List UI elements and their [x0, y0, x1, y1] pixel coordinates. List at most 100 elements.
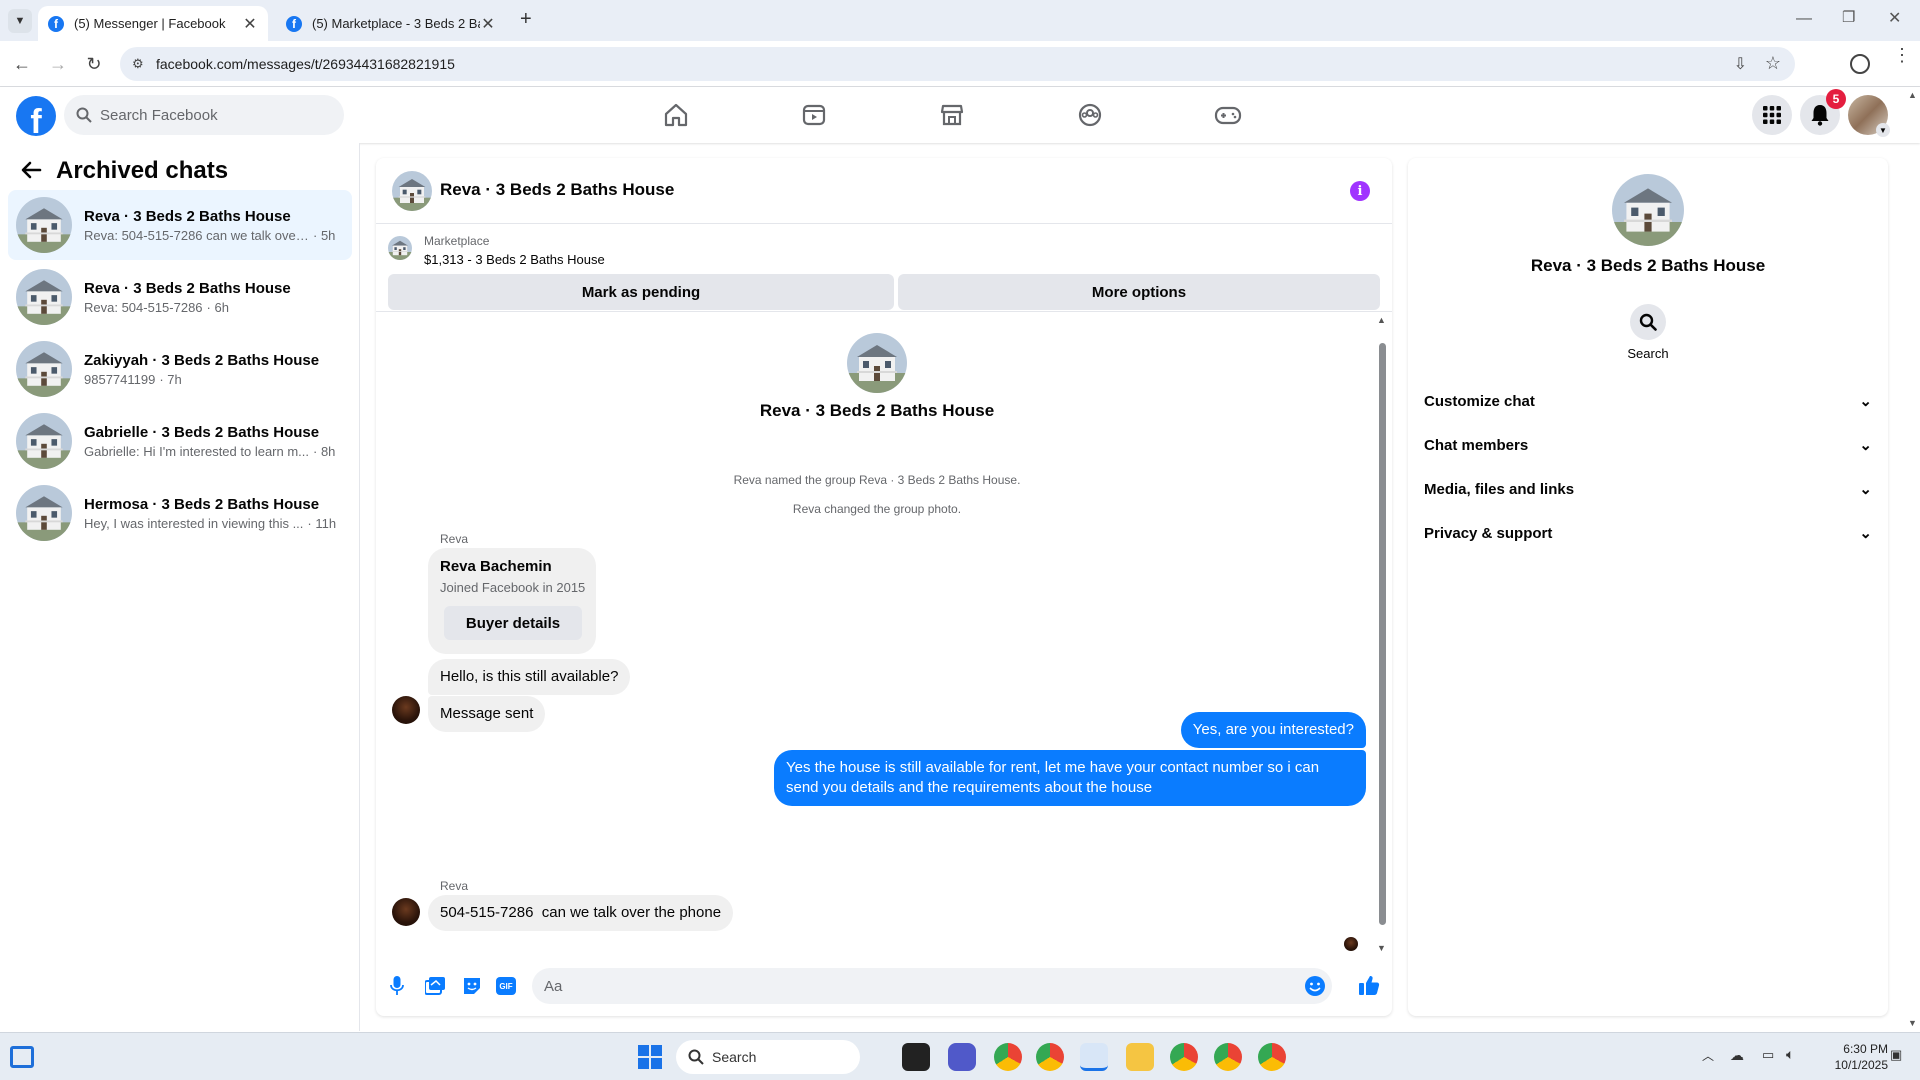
scroll-down-arrow-icon[interactable]: ▼: [1377, 943, 1386, 953]
details-avatar[interactable]: [1612, 174, 1684, 246]
page-scroll-up-icon[interactable]: ▲: [1908, 90, 1917, 100]
browser-tab-marketplace[interactable]: f (5) Marketplace - 3 Beds 2 Baths House…: [276, 6, 506, 41]
conversation-avatar[interactable]: [392, 171, 432, 211]
back-button[interactable]: ←: [11, 53, 33, 75]
nav-gaming[interactable]: [1210, 97, 1246, 133]
buyer-name: Reva Bachemin: [440, 558, 552, 575]
facebook-favicon-icon: f: [48, 15, 64, 32]
incoming-message[interactable]: Hello, is this still available?: [428, 659, 631, 695]
network-icon[interactable]: ▭: [1762, 1047, 1774, 1063]
conversation-title[interactable]: Reva · 3 Beds 2 Baths House: [440, 180, 674, 200]
close-window-button[interactable]: ✕: [1888, 8, 1901, 28]
seen-avatar: [1344, 937, 1358, 951]
chat-text: Reva · 3 Beds 2 Baths House Reva: 504-515…: [84, 280, 291, 315]
minimize-window-button[interactable]: —: [1796, 10, 1812, 28]
nav-marketplace[interactable]: [934, 97, 970, 133]
snipping-tool-icon[interactable]: [1080, 1043, 1108, 1071]
chat-list-item[interactable]: Hermosa · 3 Beds 2 Baths House Hey, I was…: [8, 478, 352, 548]
house-photo-icon: [16, 341, 72, 397]
windows-start-icon[interactable]: [638, 1045, 662, 1069]
meet-icon[interactable]: [948, 1043, 976, 1071]
listing-thumbnail[interactable]: [388, 236, 412, 260]
install-app-icon[interactable]: ⇩: [1734, 54, 1747, 74]
account-chevron-icon[interactable]: ▼: [1876, 123, 1890, 137]
chevron-down-icon: ⌄: [1859, 525, 1872, 542]
browser-tab-messenger[interactable]: f (5) Messenger | Facebook ✕: [38, 6, 268, 41]
intro-name: Reva · 3 Beds 2 Baths House: [759, 401, 995, 420]
taskbar-search[interactable]: Search: [676, 1040, 860, 1074]
close-tab-icon[interactable]: ✕: [242, 14, 258, 34]
widgets-icon[interactable]: [10, 1046, 34, 1068]
listing-title[interactable]: $1,313 - 3 Beds 2 Baths House: [424, 252, 605, 267]
search-icon: [76, 107, 92, 123]
section-chat-members[interactable]: Chat members ⌄: [1424, 425, 1872, 465]
restore-window-button[interactable]: ❐: [1842, 8, 1855, 26]
close-tab-icon[interactable]: ✕: [480, 14, 496, 34]
incoming-message[interactable]: 504-515-7286 can we talk over the phone: [428, 895, 734, 931]
facebook-search-input[interactable]: Search Facebook: [64, 95, 344, 135]
microphone-icon[interactable]: [390, 976, 404, 996]
volume-icon[interactable]: 🔈︎: [1786, 1046, 1794, 1063]
chat-list-item[interactable]: Zakiyyah · 3 Beds 2 Baths House 985774119…: [8, 334, 352, 404]
tab-search-button[interactable]: ▼: [8, 9, 32, 33]
chrome-icon[interactable]: [1214, 1043, 1242, 1071]
sender-avatar[interactable]: [392, 696, 420, 724]
forward-button[interactable]: →: [47, 53, 69, 75]
new-tab-button[interactable]: +: [520, 8, 532, 31]
gif-icon[interactable]: GIF: [496, 977, 516, 995]
chrome-icon[interactable]: [1258, 1043, 1286, 1071]
chrome-icon[interactable]: [1170, 1043, 1198, 1071]
section-media-files-links[interactable]: Media, files and links ⌄: [1424, 469, 1872, 509]
scrollbar[interactable]: ▲ ▼: [1376, 313, 1388, 957]
tray-chevron-up-icon[interactable]: ︿: [1702, 1047, 1714, 1064]
incoming-message[interactable]: Message sent: [428, 696, 546, 732]
chrome-icon[interactable]: [1036, 1043, 1064, 1071]
section-customize-chat[interactable]: Customize chat ⌄: [1424, 381, 1872, 421]
outgoing-message[interactable]: Yes the house is still available for ren…: [774, 750, 1366, 806]
section-privacy-support[interactable]: Privacy & support ⌄: [1424, 513, 1872, 553]
scrollbar-thumb[interactable]: [1379, 343, 1386, 925]
address-bar[interactable]: ⚙ facebook.com/messages/t/26934431682821…: [120, 47, 1795, 81]
facebook-logo[interactable]: f: [16, 96, 56, 136]
nav-home[interactable]: [658, 97, 694, 133]
more-options-button[interactable]: More options: [898, 274, 1380, 310]
thumbs-up-icon[interactable]: [1358, 974, 1380, 996]
scroll-up-arrow-icon[interactable]: ▲: [1377, 315, 1386, 325]
details-search-circle[interactable]: [1630, 304, 1666, 340]
chat-list-item[interactable]: Reva · 3 Beds 2 Baths House Reva: 504-515…: [8, 262, 352, 332]
notification-center-icon[interactable]: ▣: [1890, 1047, 1902, 1063]
reload-button[interactable]: ↻: [83, 53, 105, 75]
photo-icon[interactable]: [425, 977, 445, 995]
menu-grid-button[interactable]: [1752, 95, 1792, 135]
nav-video[interactable]: [796, 97, 832, 133]
sticker-icon[interactable]: [462, 976, 482, 996]
house-photo-icon: [16, 485, 72, 541]
chat-list-item[interactable]: Reva · 3 Beds 2 Baths House Reva: 504-515…: [8, 190, 352, 260]
outgoing-message[interactable]: Yes, are you interested?: [1180, 712, 1366, 748]
chat-list-item[interactable]: Gabrielle · 3 Beds 2 Baths House Gabriell…: [8, 406, 352, 476]
info-icon[interactable]: i: [1350, 181, 1370, 201]
gaming-icon: [1214, 106, 1242, 125]
buyer-details-button[interactable]: Buyer details: [444, 606, 582, 640]
site-info-icon[interactable]: ⚙: [132, 56, 144, 72]
message-input[interactable]: Aa: [532, 968, 1332, 1004]
task-view-icon[interactable]: [902, 1043, 930, 1071]
profile-icon[interactable]: [1850, 54, 1870, 74]
mark-as-pending-button[interactable]: Mark as pending: [388, 274, 894, 310]
file-explorer-icon[interactable]: [1126, 1043, 1154, 1071]
emoji-icon[interactable]: [1304, 975, 1326, 997]
facebook-header: f Search Facebook 5 ▼: [0, 87, 1920, 143]
browser-toolbar: ← → ↻ ⚙ facebook.com/messages/t/26934431…: [0, 41, 1920, 87]
bookmark-star-icon[interactable]: ☆: [1765, 53, 1781, 74]
conversation-header: Reva · 3 Beds 2 Baths House i: [376, 158, 1392, 224]
onedrive-icon[interactable]: ☁: [1730, 1047, 1744, 1064]
page-scroll-down-icon[interactable]: ▼: [1908, 1018, 1917, 1028]
sender-avatar[interactable]: [392, 898, 420, 926]
chrome-icon[interactable]: [994, 1043, 1022, 1071]
browser-menu-icon[interactable]: ⋮: [1893, 46, 1911, 64]
taskbar-clock[interactable]: 6:30 PM 10/1/2025: [1818, 1041, 1888, 1073]
chat-time: · 5h: [313, 227, 336, 243]
nav-groups[interactable]: [1072, 97, 1108, 133]
back-arrow-icon[interactable]: [20, 159, 42, 181]
details-search-button[interactable]: Search: [1626, 304, 1670, 361]
